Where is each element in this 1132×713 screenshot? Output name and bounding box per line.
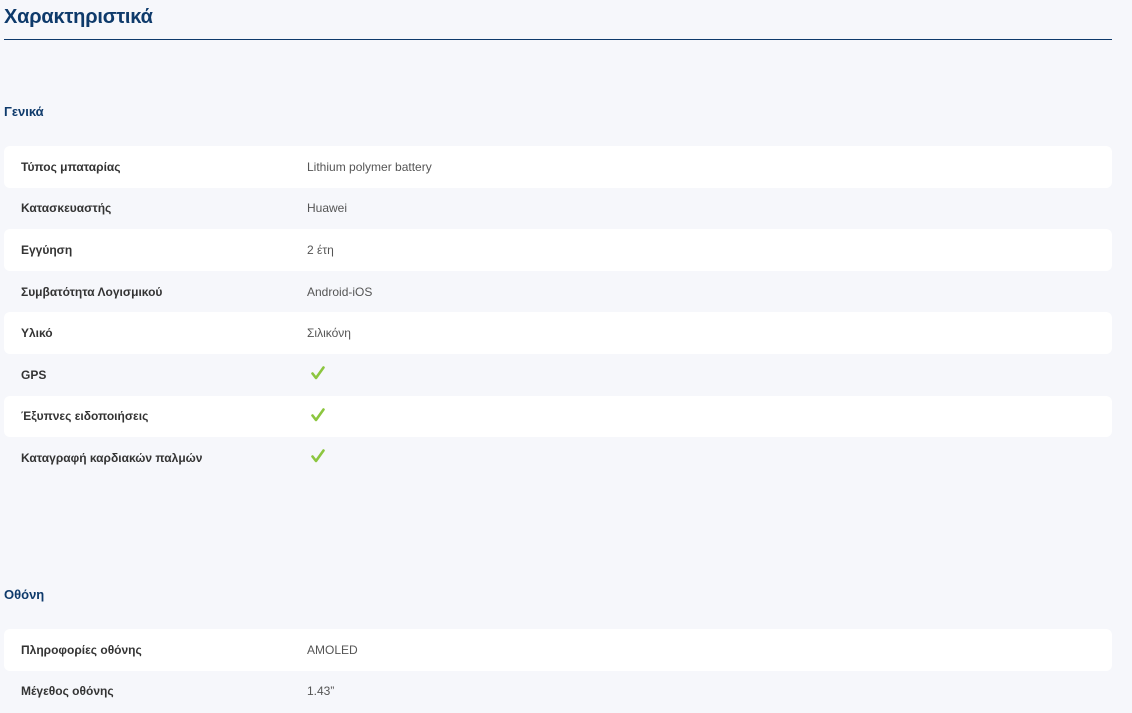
spec-value [307, 408, 325, 425]
specifications-page: Χαρακτηριστικά Γενικά Τύπος μπαταρίας Li… [4, 0, 1112, 698]
title-divider [4, 39, 1112, 40]
spec-value: Σιλικόνη [307, 326, 351, 341]
spec-row-heart-rate: Καταγραφή καρδιακών παλμών [4, 437, 1112, 479]
spec-label: Μέγεθος οθόνης [21, 684, 114, 699]
spec-value: AMOLED [307, 642, 358, 657]
spec-label: Υλικό [21, 326, 53, 341]
spec-row-battery-type: Τύπος μπαταρίας Lithium polymer battery [4, 146, 1112, 188]
spec-row-display-info: Πληροφορίες οθόνης AMOLED [4, 629, 1112, 671]
spec-list-display: Πληροφορίες οθόνης AMOLED Μέγεθος οθόνης… [4, 629, 1112, 712]
spec-label: Έξυπνες ειδοποιήσεις [21, 409, 149, 424]
section-heading-general: Γενικά [4, 104, 44, 119]
section-display: Οθόνη Πληροφορίες οθόνης AMOLED Μέγεθος … [4, 587, 1112, 712]
spec-value: 1.43” [307, 684, 335, 699]
check-icon [311, 366, 325, 380]
check-icon [311, 408, 325, 422]
check-icon [311, 449, 325, 463]
spec-value [307, 366, 325, 383]
spec-row-display-size: Μέγεθος οθόνης 1.43” [4, 671, 1112, 713]
spec-label: Καταγραφή καρδιακών παλμών [21, 450, 203, 465]
section-general: Γενικά Τύπος μπαταρίας Lithium polymer b… [4, 104, 1112, 479]
spec-row-material: Υλικό Σιλικόνη [4, 312, 1112, 354]
spec-label: Συμβατότητα Λογισμικού [21, 284, 163, 299]
spec-label: Κατασκευαστής [21, 201, 112, 216]
page-title: Χαρακτηριστικά [4, 6, 153, 28]
spec-label: Τύπος μπαταρίας [21, 159, 121, 174]
spec-row-software-compatibility: Συμβατότητα Λογισμικού Android-iOS [4, 271, 1112, 313]
spec-value: Lithium polymer battery [307, 159, 432, 174]
spec-row-gps: GPS [4, 354, 1112, 396]
spec-value: Android-iOS [307, 284, 373, 299]
spec-row-warranty: Εγγύηση 2 έτη [4, 229, 1112, 271]
spec-label: Εγγύηση [21, 242, 73, 257]
spec-list-general: Τύπος μπαταρίας Lithium polymer battery … [4, 146, 1112, 479]
spec-value: 2 έτη [307, 242, 334, 257]
spec-label: GPS [21, 367, 47, 382]
spec-row-smart-notifications: Έξυπνες ειδοποιήσεις [4, 395, 1112, 438]
section-heading-display: Οθόνη [4, 587, 45, 602]
spec-value: Huawei [307, 201, 348, 216]
spec-row-manufacturer: Κατασκευαστής Huawei [4, 188, 1112, 230]
spec-value [307, 449, 325, 466]
spec-label: Πληροφορίες οθόνης [21, 642, 142, 657]
